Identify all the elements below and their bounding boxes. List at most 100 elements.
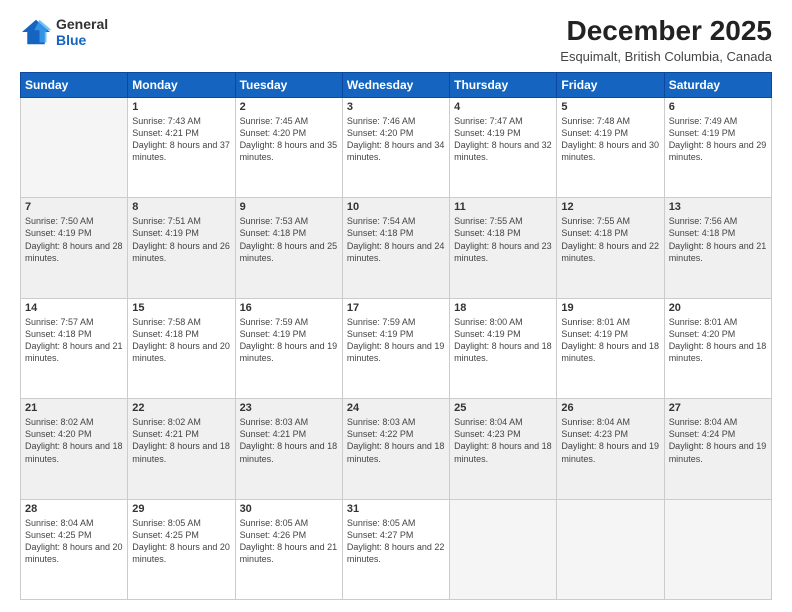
cell-details: Sunrise: 8:01 AMSunset: 4:20 PMDaylight:… [669,316,767,365]
day-number: 24 [347,402,445,414]
day-header-monday: Monday [128,72,235,97]
table-row: 25 Sunrise: 8:04 AMSunset: 4:23 PMDayligh… [450,399,557,499]
table-row [557,499,664,599]
cell-details: Sunrise: 8:01 AMSunset: 4:19 PMDaylight:… [561,316,659,365]
day-header-wednesday: Wednesday [342,72,449,97]
table-row: 19 Sunrise: 8:01 AMSunset: 4:19 PMDayligh… [557,298,664,398]
table-row: 18 Sunrise: 8:00 AMSunset: 4:19 PMDayligh… [450,298,557,398]
table-row: 5 Sunrise: 7:48 AMSunset: 4:19 PMDaylight… [557,97,664,197]
cell-details: Sunrise: 8:04 AMSunset: 4:23 PMDaylight:… [454,416,552,465]
cell-details: Sunrise: 7:45 AMSunset: 4:20 PMDaylight:… [240,115,338,164]
table-row [664,499,771,599]
cell-details: Sunrise: 7:48 AMSunset: 4:19 PMDaylight:… [561,115,659,164]
cell-details: Sunrise: 7:56 AMSunset: 4:18 PMDaylight:… [669,215,767,264]
day-number: 4 [454,101,552,113]
logo-icon [20,18,52,46]
calendar-table: SundayMondayTuesdayWednesdayThursdayFrid… [20,72,772,600]
table-row: 6Sunrise: 7:49 AMSunset: 4:19 PMDaylight… [664,97,771,197]
cell-details: Sunrise: 8:05 AMSunset: 4:27 PMDaylight:… [347,517,445,566]
cell-details: Sunrise: 7:55 AMSunset: 4:18 PMDaylight:… [454,215,552,264]
page: General Blue December 2025 Esquimalt, Br… [0,0,792,612]
day-number: 30 [240,503,338,515]
cell-details: Sunrise: 7:59 AMSunset: 4:19 PMDaylight:… [347,316,445,365]
day-number: 9 [240,201,338,213]
logo-text: General Blue [56,16,108,48]
main-title: December 2025 [560,16,772,47]
day-number: 14 [25,302,123,314]
day-number: 29 [132,503,230,515]
day-number: 6 [669,101,767,113]
day-number: 23 [240,402,338,414]
day-number: 22 [132,402,230,414]
day-number: 13 [669,201,767,213]
table-row: 30 Sunrise: 8:05 AMSunset: 4:26 PMDayligh… [235,499,342,599]
cell-details: Sunrise: 7:46 AMSunset: 4:20 PMDaylight:… [347,115,445,164]
cell-details: Sunrise: 7:55 AMSunset: 4:18 PMDaylight:… [561,215,659,264]
table-row: 16Sunrise: 7:59 AMSunset: 4:19 PMDayligh… [235,298,342,398]
day-number: 26 [561,402,659,414]
cell-details: Sunrise: 8:02 AMSunset: 4:20 PMDaylight:… [25,416,123,465]
cell-details: Sunrise: 8:05 AMSunset: 4:25 PMDaylight:… [132,517,230,566]
table-row: 20 Sunrise: 8:01 AMSunset: 4:20 PMDayligh… [664,298,771,398]
day-number: 5 [561,101,659,113]
cell-details: Sunrise: 8:04 AMSunset: 4:23 PMDaylight:… [561,416,659,465]
day-number: 1 [132,101,230,113]
cell-details: Sunrise: 8:00 AMSunset: 4:19 PMDaylight:… [454,316,552,365]
day-number: 8 [132,201,230,213]
cell-details: Sunrise: 8:02 AMSunset: 4:21 PMDaylight:… [132,416,230,465]
cell-details: Sunrise: 8:03 AMSunset: 4:21 PMDaylight:… [240,416,338,465]
table-row: 2 Sunrise: 7:45 AMSunset: 4:20 PMDaylight… [235,97,342,197]
table-row: 8 Sunrise: 7:51 AMSunset: 4:19 PMDaylight… [128,198,235,298]
table-row: 14Sunrise: 7:57 AMSunset: 4:18 PMDayligh… [21,298,128,398]
day-header-saturday: Saturday [664,72,771,97]
cell-details: Sunrise: 7:54 AMSunset: 4:18 PMDaylight:… [347,215,445,264]
cell-details: Sunrise: 7:43 AMSunset: 4:21 PMDaylight:… [132,115,230,164]
day-number: 12 [561,201,659,213]
cell-details: Sunrise: 7:53 AMSunset: 4:18 PMDaylight:… [240,215,338,264]
table-row: 4Sunrise: 7:47 AMSunset: 4:19 PMDaylight… [450,97,557,197]
day-header-friday: Friday [557,72,664,97]
table-row: 13 Sunrise: 7:56 AMSunset: 4:18 PMDayligh… [664,198,771,298]
table-row: 11Sunrise: 7:55 AMSunset: 4:18 PMDayligh… [450,198,557,298]
cell-details: Sunrise: 7:51 AMSunset: 4:19 PMDaylight:… [132,215,230,264]
cell-details: Sunrise: 8:03 AMSunset: 4:22 PMDaylight:… [347,416,445,465]
table-row: 17Sunrise: 7:59 AMSunset: 4:19 PMDayligh… [342,298,449,398]
table-row: 22 Sunrise: 8:02 AMSunset: 4:21 PMDayligh… [128,399,235,499]
day-number: 3 [347,101,445,113]
table-row: 26 Sunrise: 8:04 AMSunset: 4:23 PMDayligh… [557,399,664,499]
table-row: 9 Sunrise: 7:53 AMSunset: 4:18 PMDaylight… [235,198,342,298]
day-header-thursday: Thursday [450,72,557,97]
day-number: 19 [561,302,659,314]
day-number: 31 [347,503,445,515]
table-row: 29 Sunrise: 8:05 AMSunset: 4:25 PMDayligh… [128,499,235,599]
day-number: 20 [669,302,767,314]
day-number: 10 [347,201,445,213]
table-row: 27 Sunrise: 8:04 AMSunset: 4:24 PMDayligh… [664,399,771,499]
table-row: 28Sunrise: 8:04 AMSunset: 4:25 PMDayligh… [21,499,128,599]
table-row: 24 Sunrise: 8:03 AMSunset: 4:22 PMDayligh… [342,399,449,499]
day-number: 18 [454,302,552,314]
table-row: 12 Sunrise: 7:55 AMSunset: 4:18 PMDayligh… [557,198,664,298]
subtitle: Esquimalt, British Columbia, Canada [560,49,772,64]
cell-details: Sunrise: 7:58 AMSunset: 4:18 PMDaylight:… [132,316,230,365]
table-row [21,97,128,197]
day-number: 21 [25,402,123,414]
table-row: 31 Sunrise: 8:05 AMSunset: 4:27 PMDayligh… [342,499,449,599]
table-row: 7Sunrise: 7:50 AMSunset: 4:19 PMDaylight… [21,198,128,298]
day-header-tuesday: Tuesday [235,72,342,97]
table-row: 3 Sunrise: 7:46 AMSunset: 4:20 PMDaylight… [342,97,449,197]
day-number: 25 [454,402,552,414]
day-number: 27 [669,402,767,414]
table-row: 23 Sunrise: 8:03 AMSunset: 4:21 PMDayligh… [235,399,342,499]
table-row: 1 Sunrise: 7:43 AMSunset: 4:21 PMDaylight… [128,97,235,197]
day-number: 15 [132,302,230,314]
day-header-sunday: Sunday [21,72,128,97]
day-number: 2 [240,101,338,113]
cell-details: Sunrise: 7:59 AMSunset: 4:19 PMDaylight:… [240,316,338,365]
cell-details: Sunrise: 8:04 AMSunset: 4:24 PMDaylight:… [669,416,767,465]
table-row [450,499,557,599]
cell-details: Sunrise: 8:05 AMSunset: 4:26 PMDaylight:… [240,517,338,566]
logo: General Blue [20,16,108,48]
title-block: December 2025 Esquimalt, British Columbi… [560,16,772,64]
cell-details: Sunrise: 8:04 AMSunset: 4:25 PMDaylight:… [25,517,123,566]
